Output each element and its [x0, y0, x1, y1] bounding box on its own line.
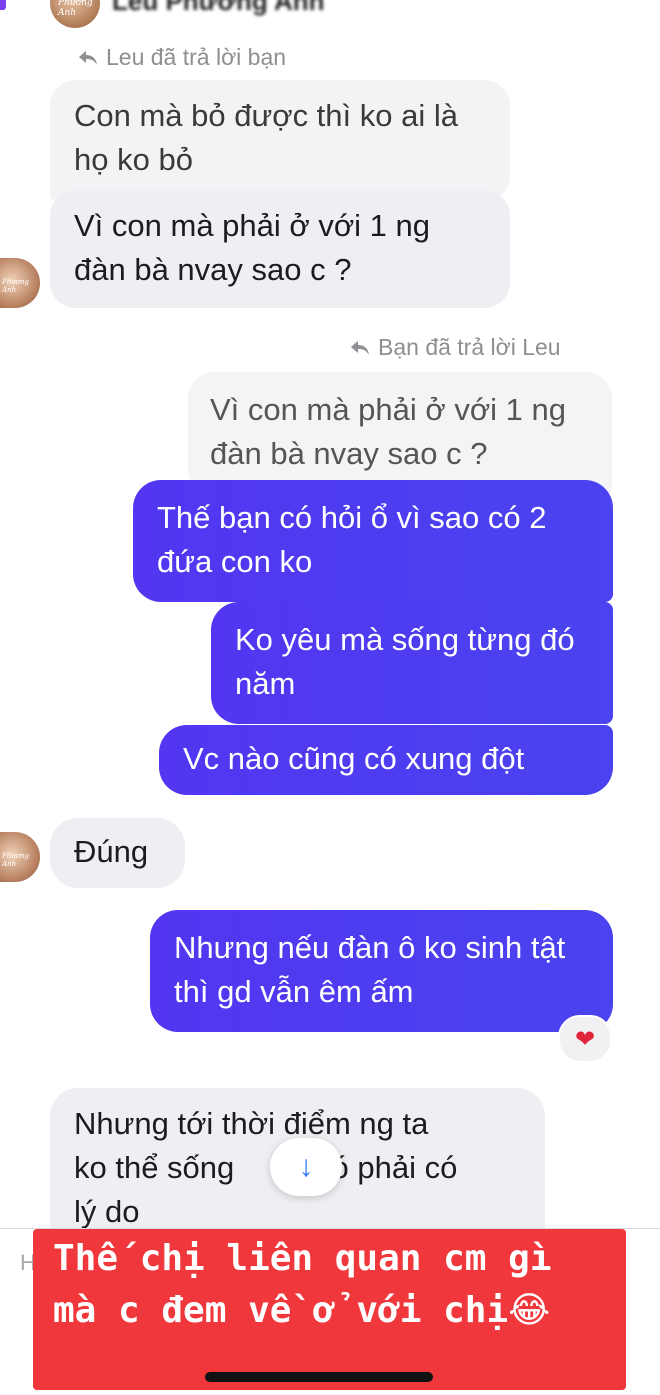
contact-name[interactable]: Leu Phương Anh — [112, 0, 325, 17]
home-indicator[interactable] — [205, 1372, 433, 1382]
sender-avatar[interactable]: Phương Anh — [0, 258, 40, 308]
quoted-message[interactable]: Vì con mà phải ở với 1 ng đàn bà nvay sa… — [188, 372, 612, 496]
contact-avatar[interactable]: Phương Anh — [50, 0, 100, 28]
arrow-down-icon: ↓ — [298, 1150, 314, 1183]
message-incoming-quoted[interactable]: Con mà bỏ được thì ko ai là họ ko bỏ — [50, 80, 510, 202]
laughing-emoji-icon: 😂 — [508, 1290, 551, 1331]
message-incoming[interactable]: Đúng — [50, 818, 185, 888]
reply-arrow-icon — [79, 50, 97, 65]
heart-reaction-icon[interactable]: ❤ — [558, 1015, 612, 1063]
story-caption: Thế chị liên quan cm gì mà c đem về ở vớ… — [33, 1229, 626, 1390]
conversation-header: Phương Anh Leu Phương Anh — [0, 0, 660, 30]
reply-indicator: Bạn đã trả lời Leu — [350, 334, 561, 361]
scroll-down-button[interactable]: ↓ — [270, 1138, 342, 1196]
message-incoming[interactable]: Vì con mà phải ở với 1 ng đàn bà nvay sa… — [50, 190, 510, 308]
sender-avatar[interactable]: Phương Anh — [0, 832, 40, 882]
message-outgoing[interactable]: Thế bạn có hỏi ổ vì sao có 2 đứa con ko — [133, 480, 613, 602]
message-outgoing[interactable]: Ko yêu mà sống từng đó năm — [211, 602, 613, 724]
reply-indicator: Leu đã trả lời bạn — [78, 44, 286, 71]
message-outgoing[interactable]: Nhưng nếu đàn ô ko sinh tật thì gd vẫn ê… — [150, 910, 613, 1032]
reply-arrow-icon — [351, 340, 369, 355]
caption-text: Thế chị liên quan cm gì mà c đem về ở vớ… — [53, 1238, 552, 1331]
message-outgoing[interactable]: Vc nào cũng có xung đột — [159, 725, 613, 795]
back-icon[interactable] — [0, 0, 6, 10]
